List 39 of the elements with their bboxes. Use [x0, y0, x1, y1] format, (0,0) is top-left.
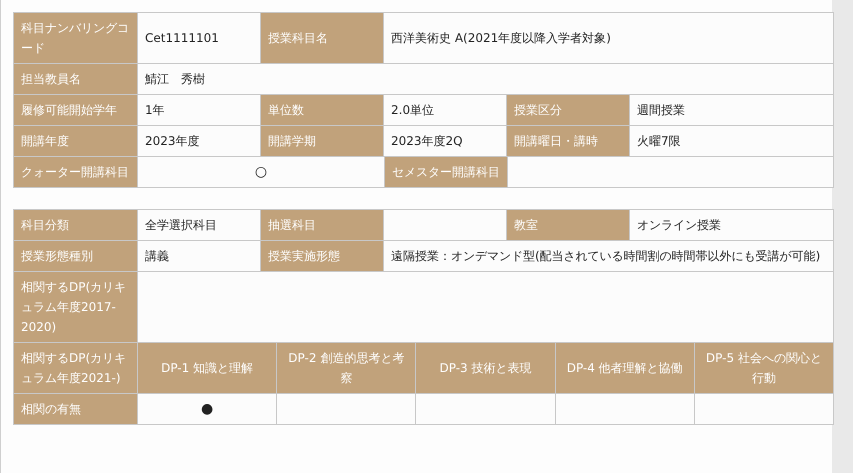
column-heading: DP-1 知識と理解: [138, 343, 278, 394]
field-label: 授業科目名: [261, 13, 384, 64]
field-value: 火曜7限: [630, 126, 834, 157]
column-heading: DP-2 創造的思考と考察: [277, 343, 416, 394]
field-label: 抽選科目: [261, 210, 384, 241]
field-value: 1年: [138, 95, 261, 126]
field-label: 担当教員名: [14, 64, 138, 95]
field-label: 授業区分: [507, 95, 630, 126]
field-value: Cet1111101: [138, 13, 261, 64]
field-label: 開講曜日・講時: [507, 126, 630, 157]
field-label: セメスター開講科目: [385, 157, 508, 188]
field-label: 開講年度: [14, 126, 138, 157]
field-value: 2023年度2Q: [384, 126, 507, 157]
field-value: 西洋美術史 A(2021年度以降入学者対象): [384, 13, 834, 64]
field-label: 単位数: [261, 95, 384, 126]
field-label: 授業実施形態: [261, 241, 384, 272]
field-label: 相関するDP(カリキュラム年度2021-): [14, 343, 138, 394]
field-label: 履修可能開始学年: [14, 95, 138, 126]
field-label: 教室: [507, 210, 630, 241]
field-value: 鯖江 秀樹: [138, 64, 834, 95]
column-heading: DP-4 他者理解と協働: [556, 343, 695, 394]
field-value: 遠隔授業：オンデマンド型(配当されている時間割の時間帯以外にも受講が可能): [384, 241, 834, 272]
column-heading: DP-5 社会への関心と行動: [694, 343, 834, 394]
field-value: 全学選択科目: [138, 210, 261, 241]
column-heading: DP-3 技術と表現: [416, 343, 556, 394]
field-value: オンライン授業: [630, 210, 834, 241]
field-value: 週間授業: [630, 95, 834, 126]
field-value: 講義: [138, 241, 261, 272]
field-label: 開講学期: [261, 126, 384, 157]
field-label: クォーター開講科目: [14, 157, 138, 188]
field-label: 授業形態種別: [14, 241, 138, 272]
field-label: 相関の有無: [14, 394, 138, 425]
field-value: 2023年度: [138, 126, 261, 157]
field-value: 2.0単位: [384, 95, 507, 126]
mark-symbol: ○: [138, 157, 385, 188]
field-label: 科目分類: [14, 210, 138, 241]
mark-symbol: ●: [138, 394, 278, 425]
field-label: 相関するDP(カリキュラム年度2017-2020): [14, 272, 138, 343]
field-label: 科目ナンバリングコード: [14, 13, 138, 64]
